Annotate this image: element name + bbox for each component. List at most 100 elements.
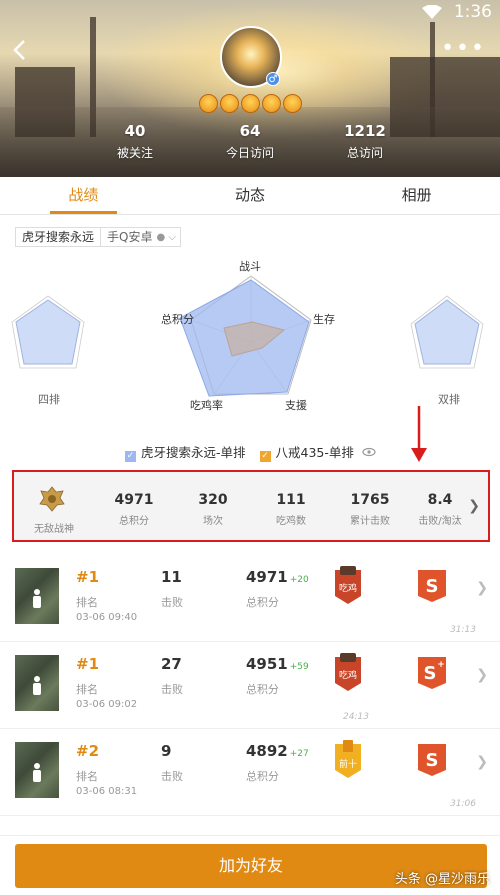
player-selector[interactable]: 虎牙搜索永远 手Q安卓 ● ⌵	[15, 227, 181, 247]
annotation-arrow	[411, 406, 427, 462]
radar-label-win-rate: 吃鸡率	[190, 399, 223, 412]
status-time: 1:36	[453, 2, 492, 22]
tab-records[interactable]: 战绩	[0, 177, 167, 214]
chevron-right-icon: ❯	[476, 754, 488, 770]
summary-matches: 320 场次	[183, 492, 243, 527]
match-kills-label: 击败	[161, 770, 183, 783]
platform-name: 手Q安卓	[107, 230, 153, 244]
match-datetime: 03-06 09:02	[76, 699, 138, 710]
radar-mode-squad[interactable]: 四排	[38, 391, 60, 407]
summary-label: 场次	[203, 516, 223, 527]
stat-value: 64	[239, 122, 261, 140]
points-value: 4971	[246, 568, 288, 586]
status-bar: 1:36	[0, 0, 500, 24]
svg-text:S: S	[426, 576, 439, 597]
stat-followers[interactable]: 40 被关注	[85, 122, 185, 161]
tab-bar: 战绩 动态 相册	[0, 177, 500, 215]
legend-label: 虎牙搜索永远-单排	[141, 445, 246, 460]
match-kills: 11	[161, 568, 182, 586]
match-duration: 31:13	[450, 625, 476, 635]
crown-badge-icon	[283, 94, 302, 113]
gender-male-icon: ♂	[266, 72, 280, 86]
wifi-icon	[422, 5, 442, 19]
points-delta: +20	[289, 575, 309, 585]
match-kills-label: 击败	[161, 596, 183, 609]
s-plus-grade-medal-icon: S +	[418, 657, 446, 689]
legend-label: 八戒435-单排	[275, 445, 354, 460]
chevron-right-icon: ❯	[468, 498, 480, 514]
stat-label: 总访问	[346, 146, 383, 160]
s-grade-medal-icon: S	[418, 744, 446, 776]
stat-value: 1212	[344, 122, 386, 140]
back-arrow-icon[interactable]	[10, 38, 30, 62]
crown-badge-icon	[220, 94, 239, 113]
points-value: 4892	[246, 742, 288, 760]
match-row[interactable]: #2 排名 03-06 08:31 9 击败 4892 +27 总积分 前十 S …	[0, 730, 500, 816]
match-rank-label: 排名	[76, 770, 98, 783]
stat-value: 40	[124, 122, 146, 140]
summary-value: 111	[276, 492, 306, 508]
match-points-label: 总积分	[246, 683, 279, 696]
svg-text:+: +	[437, 660, 445, 670]
radar-label-survival: 生存	[313, 313, 335, 326]
match-row[interactable]: #1 排名 03-06 09:02 27 击败 4951 +59 总积分 吃鸡 S…	[0, 643, 500, 729]
radar-mode-duo[interactable]: 双排	[438, 391, 460, 407]
match-row[interactable]: #1 排名 03-06 09:40 11 击败 4971 +20 总积分 吃鸡 S…	[0, 556, 500, 642]
match-points: 4951 +59	[246, 655, 309, 673]
summary-label: 吃鸡数	[276, 516, 306, 527]
player-figure-icon	[33, 676, 41, 695]
stat-label: 今日访问	[225, 146, 274, 160]
stat-today-visits[interactable]: 64 今日访问	[200, 122, 300, 161]
match-datetime: 03-06 08:31	[76, 786, 138, 797]
more-options-icon[interactable]: •••	[441, 38, 486, 60]
match-points-label: 总积分	[246, 770, 279, 783]
tab-album[interactable]: 相册	[333, 177, 500, 214]
match-kills-label: 击败	[161, 683, 183, 696]
points-delta: +59	[289, 662, 309, 672]
summary-wins: 111 吃鸡数	[261, 492, 321, 527]
checkbox-icon[interactable]: ✓	[259, 451, 271, 462]
radar-label-total-points: 总积分	[161, 313, 194, 326]
radar-legend: ✓ 虎牙搜索永远-单排 ✓ 八戒435-单排	[125, 442, 376, 462]
crown-badge-icon	[262, 94, 281, 113]
svg-text:吃鸡: 吃鸡	[339, 582, 357, 594]
crown-badge-icon	[199, 94, 218, 113]
eye-icon[interactable]	[362, 447, 376, 457]
legend-item-player[interactable]: ✓ 虎牙搜索永远-单排	[125, 442, 246, 462]
match-rank-label: 排名	[76, 596, 98, 609]
chevron-down-icon: ● ⌵	[156, 231, 176, 243]
summary-total-points: 4971 总积分	[104, 492, 164, 527]
summary-value: 8.4	[427, 492, 453, 508]
summary-label: 总积分	[119, 516, 149, 527]
match-duration: 31:06	[450, 799, 476, 809]
s-grade-medal-icon: S	[418, 570, 446, 602]
summary-kd: 8.4 击败/淘汰	[410, 492, 470, 527]
player-figure-icon	[33, 763, 41, 782]
summary-label: 击败/淘汰	[418, 516, 462, 527]
stat-total-visits[interactable]: 1212 总访问	[315, 122, 415, 161]
summary-total-kills: 1765 累计击败	[340, 492, 400, 527]
checkbox-icon[interactable]: ✓	[125, 451, 136, 462]
match-rank: #1	[76, 655, 100, 673]
summary-value: 320	[198, 492, 228, 508]
badge-row	[199, 94, 302, 113]
match-datetime: 03-06 09:40	[76, 612, 138, 623]
rank-emblem-icon	[39, 486, 65, 512]
map-thumbnail	[15, 568, 59, 624]
tab-updates[interactable]: 动态	[167, 177, 334, 214]
match-points-label: 总积分	[246, 596, 279, 609]
svg-text:S: S	[426, 750, 439, 771]
career-summary[interactable]: 无敌战神 4971 总积分 320 场次 111 吃鸡数 1765 累计击败 8…	[12, 470, 490, 542]
summary-value: 4971	[114, 492, 154, 508]
match-points: 4892 +27	[246, 742, 309, 760]
chevron-right-icon: ❯	[476, 667, 488, 683]
radar-right-pentagon	[414, 299, 480, 365]
match-rank: #2	[76, 742, 100, 760]
map-thumbnail	[15, 655, 59, 711]
match-duration: 24:13	[343, 712, 369, 722]
svg-text:前十: 前十	[339, 758, 357, 770]
legend-item-compare[interactable]: ✓ 八戒435-单排	[259, 442, 376, 462]
map-thumbnail	[15, 742, 59, 798]
summary-value: 1765	[350, 492, 390, 508]
watermark: 头条 @星沙雨乐	[394, 872, 490, 887]
